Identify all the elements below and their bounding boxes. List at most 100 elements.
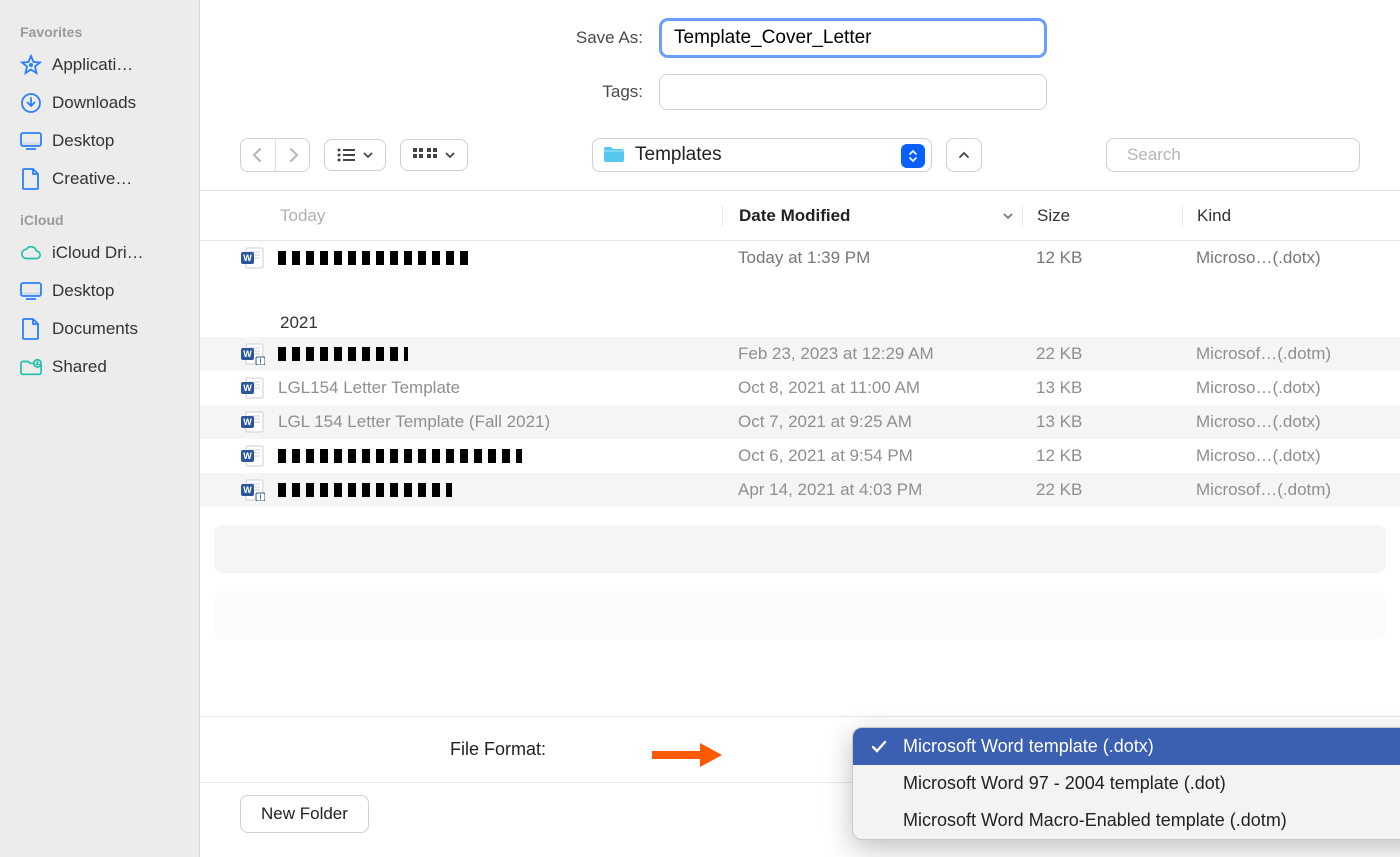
column-size[interactable]: Size: [1022, 206, 1182, 226]
file-format-label: File Format:: [450, 739, 546, 760]
desktop-icon: [20, 280, 42, 302]
icloud-item-0[interactable]: iCloud Dri…: [0, 234, 199, 272]
word-file-icon: W: [240, 445, 266, 467]
applications-icon: [20, 54, 42, 76]
sidebar-item-label: Downloads: [52, 93, 136, 113]
sidebar-item-label: Applicati…: [52, 55, 133, 75]
file-kind: Microso…(.dotx): [1182, 378, 1360, 398]
favorites-item-3[interactable]: Creative…: [0, 160, 199, 198]
new-folder-button[interactable]: New Folder: [240, 795, 369, 833]
nav-group: [240, 138, 310, 172]
file-list[interactable]: WToday at 1:39 PM12 KBMicroso…(.dotx)202…: [200, 241, 1400, 716]
file-size: 13 KB: [1022, 412, 1182, 432]
format-option-0[interactable]: Microsoft Word template (.dotx): [853, 728, 1400, 765]
file-size: 22 KB: [1022, 480, 1182, 500]
word-file-icon: W!: [240, 343, 266, 365]
file-row[interactable]: WLGL 154 Letter Template (Fall 2021)Oct …: [200, 405, 1400, 439]
chevron-right-icon: [287, 148, 299, 162]
list-view-button[interactable]: [324, 139, 386, 171]
format-option-1[interactable]: Microsoft Word 97 - 2004 template (.dot): [853, 765, 1400, 802]
file-size: 22 KB: [1022, 344, 1182, 364]
group-view-button[interactable]: [400, 139, 468, 171]
svg-text:!: !: [259, 495, 261, 502]
file-size: 12 KB: [1022, 248, 1182, 268]
cloud-icon: [20, 242, 42, 264]
format-option-label: Microsoft Word Macro-Enabled template (.…: [903, 810, 1287, 831]
svg-text:W: W: [243, 417, 252, 427]
shared-icon: [20, 356, 42, 378]
file-format-dropdown[interactable]: Microsoft Word template (.dotx) Microsoft…: [852, 727, 1400, 840]
main-panel: Save As: Tags:: [200, 0, 1400, 857]
icloud-item-3[interactable]: Shared: [0, 348, 199, 386]
file-date: Apr 14, 2021 at 4:03 PM: [722, 480, 1022, 500]
saveas-label: Save As:: [553, 28, 643, 48]
favorites-item-0[interactable]: Applicati…: [0, 46, 199, 84]
location-label: Templates: [635, 144, 722, 166]
blank-row: [214, 525, 1386, 573]
file-row[interactable]: W LGL154 Letter TemplateOct 8, 2021 at 11…: [200, 371, 1400, 405]
favorites-item-1[interactable]: Downloads: [0, 84, 199, 122]
grid-group-icon: [413, 148, 437, 162]
sidebar-item-label: Shared: [52, 357, 107, 377]
file-name: LGL154 Letter Template: [278, 378, 722, 398]
downloads-icon: [20, 92, 42, 114]
file-kind: Microso…(.dotx): [1182, 412, 1360, 432]
forward-button[interactable]: [275, 139, 309, 171]
location-select[interactable]: Templates: [592, 138, 932, 172]
collapse-button[interactable]: [946, 138, 982, 172]
file-kind: Microso…(.dotx): [1182, 248, 1360, 268]
save-form: Save As: Tags:: [200, 0, 1400, 130]
file-date: Oct 8, 2021 at 11:00 AM: [722, 378, 1022, 398]
column-name[interactable]: Today: [240, 206, 722, 226]
list-header: Today Date Modified Size Kind: [200, 191, 1400, 241]
saveas-input[interactable]: [659, 18, 1047, 58]
icloud-item-2[interactable]: Documents: [0, 310, 199, 348]
format-option-label: Microsoft Word template (.dotx): [903, 736, 1154, 757]
file-kind: Microsof…(.dotm): [1182, 480, 1360, 500]
word-file-icon: W: [240, 411, 266, 433]
format-option-2[interactable]: Microsoft Word Macro-Enabled template (.…: [853, 802, 1400, 839]
svg-text:W: W: [243, 349, 252, 359]
column-kind[interactable]: Kind: [1182, 206, 1360, 226]
sidebar-item-label: Desktop: [52, 131, 114, 151]
redacted-filename: [278, 347, 408, 361]
sidebar-item-label: Creative…: [52, 169, 132, 189]
annotation-arrow-icon: [650, 741, 722, 769]
search-input[interactable]: [1127, 145, 1348, 165]
word-file-icon: W: [240, 247, 266, 269]
file-row[interactable]: W!Feb 23, 2023 at 12:29 AM22 KBMicrosof……: [200, 337, 1400, 371]
document-icon: [20, 318, 42, 340]
redacted-filename: [278, 483, 452, 497]
svg-text:W: W: [243, 451, 252, 461]
back-button[interactable]: [241, 139, 275, 171]
document-icon: [20, 168, 42, 190]
file-date: Today at 1:39 PM: [722, 248, 1022, 268]
file-row[interactable]: W!Apr 14, 2021 at 4:03 PM22 KBMicrosof…(…: [200, 473, 1400, 507]
file-format-area: File Format: Microsoft Word template (.d…: [200, 716, 1400, 782]
icloud-item-1[interactable]: Desktop: [0, 272, 199, 310]
group-label: 2021: [200, 301, 1400, 337]
redacted-filename: [278, 251, 474, 265]
file-date: Feb 23, 2023 at 12:29 AM: [722, 344, 1022, 364]
favorites-item-2[interactable]: Desktop: [0, 122, 199, 160]
desktop-icon: [20, 130, 42, 152]
svg-text:W: W: [243, 253, 252, 263]
file-size: 12 KB: [1022, 446, 1182, 466]
word-file-icon: W: [240, 377, 266, 399]
search-box[interactable]: [1106, 138, 1360, 172]
sidebar-item-label: Documents: [52, 319, 138, 339]
file-size: 13 KB: [1022, 378, 1182, 398]
folder-icon: [603, 146, 625, 164]
check-icon: [871, 740, 889, 754]
column-date[interactable]: Date Modified: [722, 206, 1022, 226]
svg-text:!: !: [259, 359, 261, 366]
chevron-down-icon: [363, 151, 373, 159]
svg-text:W: W: [243, 383, 252, 393]
updown-icon: [901, 144, 925, 168]
file-row[interactable]: W Today at 1:39 PM12 KBMicroso…(.dotx): [200, 241, 1400, 275]
tags-input[interactable]: [659, 74, 1047, 110]
sidebar-item-label: iCloud Dri…: [52, 243, 144, 263]
file-date: Oct 6, 2021 at 9:54 PM: [722, 446, 1022, 466]
chevron-down-icon: [445, 151, 455, 159]
file-row[interactable]: WOct 6, 2021 at 9:54 PM12 KBMicroso…(.do…: [200, 439, 1400, 473]
